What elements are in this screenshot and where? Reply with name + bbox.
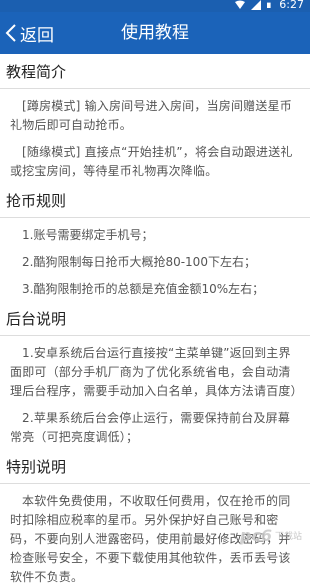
section-rules: 抢币规则 1.账号需要绑定手机号； 2.酷狗限制每日抢币大概抢80-100下左右… [0, 191, 310, 299]
list-item: 3.酷狗限制抢币的总额是充值金额10%左右； [22, 282, 265, 296]
status-time: 6:27 [279, 0, 304, 11]
section-title: 后台说明 [6, 310, 67, 328]
wifi-icon [235, 0, 246, 9]
divider [0, 335, 310, 336]
status-bar: 6:27 [0, 0, 310, 12]
paragraph: [蹲房模式] 输入房间号进入房间，当房间赠送星币礼物后即可自动抢币。 [10, 99, 292, 132]
paragraph: [随缘模式] 直接点“开始挂机”，将会自动跟进送礼或挖宝房间，等待星币礼物再次降… [10, 145, 293, 178]
app-header: 返回 使用教程 [0, 12, 310, 54]
paragraph: 2.苹果系统后台会停止运行，需要保持前台及屏幕常亮（可把亮度调低）； [10, 411, 291, 444]
list-item: 1.账号需要绑定手机号； [22, 228, 154, 242]
chevron-left-icon [5, 24, 16, 42]
battery-icon [267, 2, 271, 8]
status-icons: 6:27 [235, 0, 304, 11]
section-intro: 教程简介 [蹲房模式] 输入房间号进入房间，当房间赠送星币礼物后即可自动抢币。 … [0, 62, 310, 181]
signal-icon [251, 0, 262, 10]
watermark: pc6 下载站 [240, 526, 302, 545]
section-title: 抢币规则 [6, 192, 67, 210]
watermark-logo: pc6 [239, 526, 272, 545]
paragraph: 1.安卓系统后台运行直接按“主菜单键”返回到主界面即可（部分手机厂商为了优化系统… [10, 346, 303, 398]
divider [0, 217, 310, 218]
section-title: 教程简介 [6, 63, 67, 81]
back-label: 返回 [20, 25, 54, 46]
watermark-sub: 下载站 [274, 532, 302, 542]
section-background: 后台说明 1.安卓系统后台运行直接按“主菜单键”返回到主界面即可（部分手机厂商为… [0, 309, 310, 447]
divider [0, 483, 310, 484]
back-button[interactable]: 返回 [4, 12, 54, 54]
tutorial-content: 教程简介 [蹲房模式] 输入房间号进入房间，当房间赠送星币礼物后即可自动抢币。 … [0, 54, 310, 587]
section-title: 特别说明 [6, 458, 67, 476]
section-notes: 特别说明 本软件免费使用，不收取任何费用，仅在抢币的同时扣除相应税率的星币。另外… [0, 457, 310, 587]
list-item: 2.酷狗限制每日抢币大概抢80-100下左右； [22, 255, 256, 269]
divider [0, 88, 310, 89]
